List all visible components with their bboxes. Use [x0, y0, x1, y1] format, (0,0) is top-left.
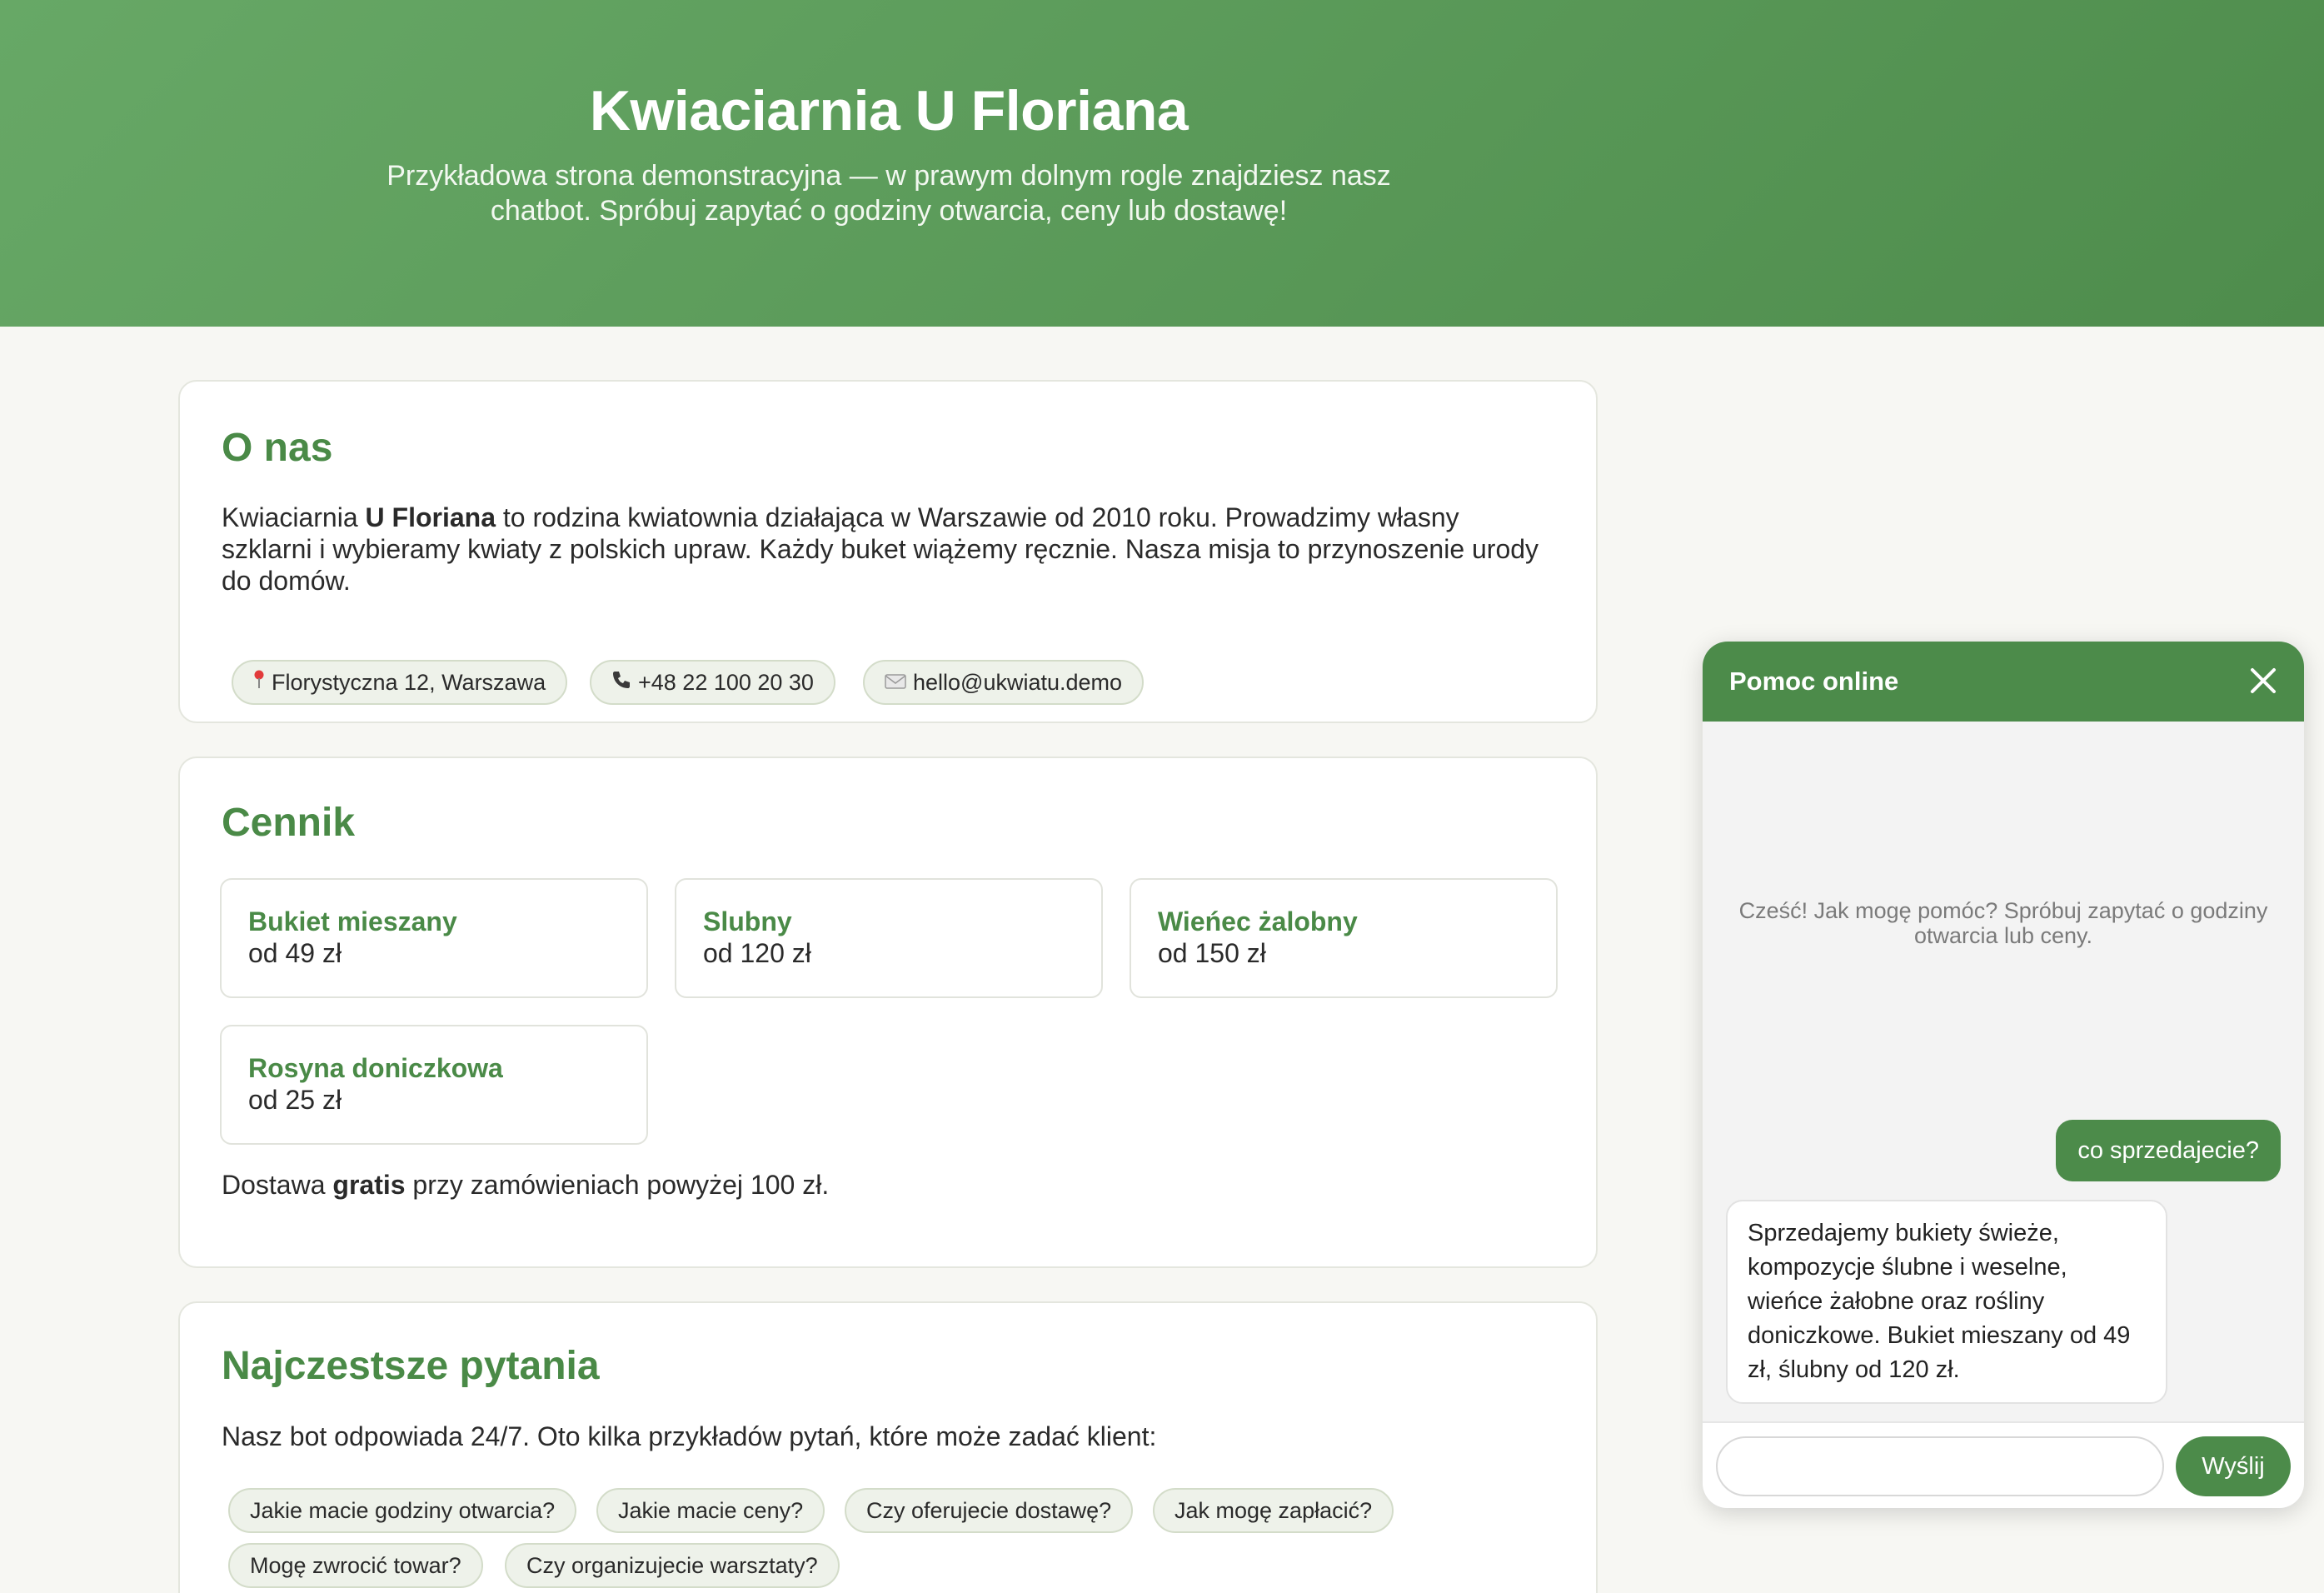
faq-question-chip[interactable]: Jakie macie ceny?: [596, 1488, 825, 1533]
product-name: Bukiet mieszany: [248, 906, 457, 936]
chat-message-input[interactable]: [1716, 1436, 2164, 1496]
about-heading: O nas: [222, 426, 333, 470]
price-tile: Bukiet mieszany od 49 zł: [220, 878, 648, 998]
chat-welcome-hint: Cześć! Jak mogę pomóc? Spróbuj zapytać o…: [1738, 898, 2268, 948]
about-text-start: Kwiaciarnia: [222, 502, 366, 532]
product-price: od 120 zł: [703, 938, 811, 968]
faq-question-chip[interactable]: Czy organizujecie warsztaty?: [505, 1543, 840, 1588]
delivery-note: Dostawa gratis przy zamówieniach powyżej…: [222, 1170, 829, 1201]
delivery-text-end: przy zamówieniach powyżej 100 zł.: [405, 1170, 830, 1200]
hero-header: Kwiaciarnia U Floriana Przykładowa stron…: [0, 0, 2324, 327]
about-text: Kwiaciarnia U Floriana to rodzina kwiato…: [222, 502, 1554, 597]
faq-section: Najczestsze pytania Nasz bot odpowiada 2…: [178, 1301, 1598, 1593]
chat-widget: Pomoc online Cześć! Jak mogę pomóc? Spró…: [1703, 642, 2304, 1508]
product-name: Wieńec żalobny: [1158, 906, 1358, 936]
faq-question-chip[interactable]: Jakie macie godziny otwarcia?: [228, 1488, 577, 1533]
page-subtitle: Przykładowa strona demonstracyjna — w pr…: [387, 160, 1391, 227]
bot-message: Sprzedajemy bukiety świeże, kompozycje ś…: [1726, 1200, 2167, 1404]
email-pill[interactable]: hello@ukwiatu.demo: [863, 660, 1145, 705]
faq-intro: Nasz bot odpowiada 24/7. Oto kilka przyk…: [222, 1421, 1157, 1451]
delivery-free: gratis: [332, 1170, 406, 1200]
price-tile: Slubny od 120 zł: [675, 878, 1103, 998]
shop-name: U Floriana: [365, 502, 496, 532]
delivery-text-start: Dostawa: [222, 1170, 333, 1200]
close-icon: [2251, 668, 2276, 693]
address-text: Florystyczna 12, Warszawa: [272, 670, 546, 695]
close-chat-button[interactable]: [2241, 658, 2286, 703]
about-section: O nas Kwiaciarnia U Floriana to rodzina …: [178, 380, 1598, 723]
map-pin-icon: [253, 663, 265, 705]
chat-footer: Wyślij: [1703, 1421, 2304, 1508]
send-button[interactable]: Wyślij: [2176, 1436, 2291, 1496]
envelope-icon: [885, 663, 906, 705]
phone-text: +48 22 100 20 30: [638, 670, 814, 695]
chat-title: Pomoc online: [1729, 667, 1899, 696]
price-tile: Rosyna doniczkowa od 25 zł: [220, 1025, 648, 1145]
product-name: Slubny: [703, 906, 792, 936]
product-price: od 25 zł: [248, 1085, 342, 1115]
product-price: od 49 zł: [248, 938, 342, 968]
product-price: od 150 zł: [1158, 938, 1266, 968]
phone-icon: [611, 663, 631, 705]
faq-heading: Najczestsze pytania: [222, 1344, 600, 1388]
faq-question-chip[interactable]: Mogę zwrocić towar?: [228, 1543, 483, 1588]
faq-question-chip[interactable]: Jak mogę zapłacić?: [1153, 1488, 1394, 1533]
user-message: co sprzedajecie?: [2056, 1120, 2281, 1181]
product-name: Rosyna doniczkowa: [248, 1053, 503, 1083]
address-pill: Florystyczna 12, Warszawa: [232, 660, 568, 705]
page-title: Kwiaciarnia U Floriana: [589, 79, 1189, 142]
faq-question-chip[interactable]: Czy oferujecie dostawę?: [845, 1488, 1134, 1533]
pricing-heading: Cennik: [222, 801, 356, 845]
phone-pill[interactable]: +48 22 100 20 30: [590, 660, 835, 705]
pricing-section: Cennik Bukiet mieszany od 49 zł Slubny o…: [178, 757, 1598, 1268]
price-tile: Wieńec żalobny od 150 zł: [1130, 878, 1558, 998]
chat-header: Pomoc online: [1703, 642, 2304, 722]
email-text: hello@ukwiatu.demo: [913, 670, 1123, 695]
